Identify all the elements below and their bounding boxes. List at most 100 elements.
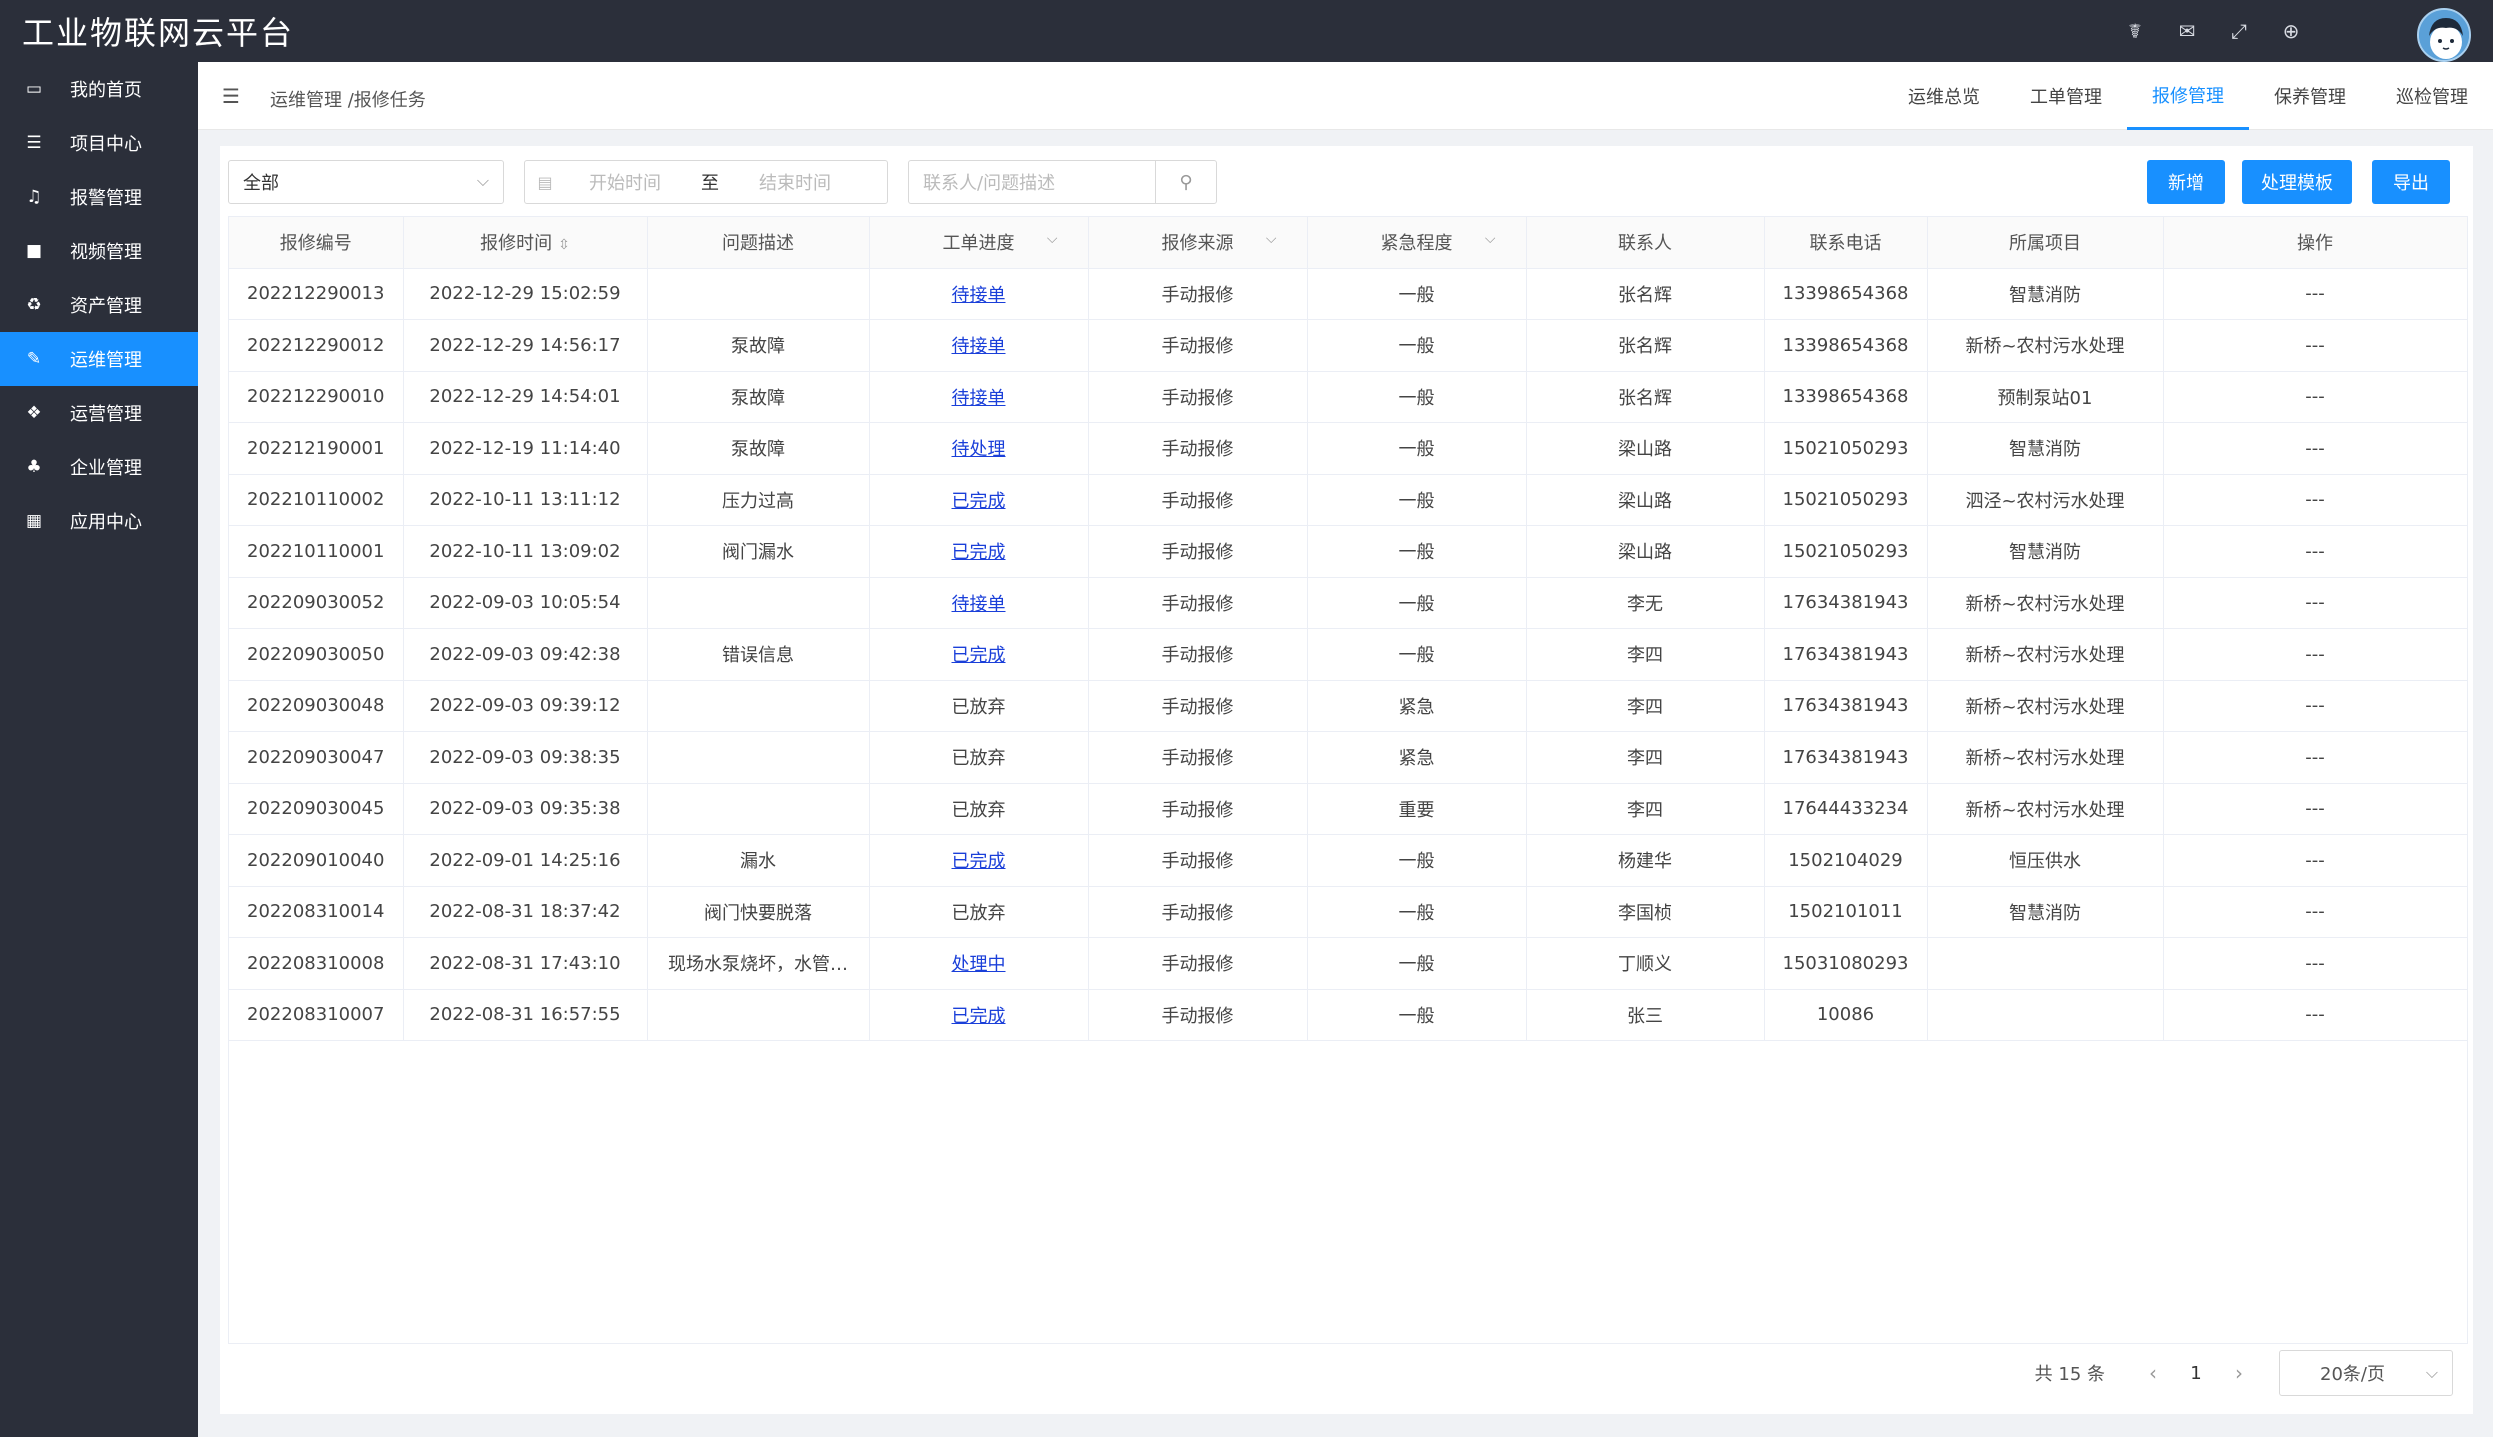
chevron-down-icon[interactable]: ⌵ — [1485, 231, 1496, 247]
cell-urgency: 一般 — [1307, 937, 1527, 990]
sidebar-item-apps[interactable]: ▦ 应用中心 — [0, 494, 198, 548]
cell-source: 手动报修 — [1088, 371, 1308, 423]
cell-op[interactable]: --- — [2163, 783, 2468, 835]
cell-project: 新桥~农村污水处理 — [1927, 319, 2164, 372]
progress-link[interactable]: 已完成 — [952, 1006, 1006, 1027]
menu-fold-icon[interactable]: ☰ — [222, 84, 240, 108]
sidebar-item-video[interactable]: ■ 视频管理 — [0, 224, 198, 278]
col-header-time[interactable]: 报修时间 ⇳ — [403, 217, 648, 269]
date-range-picker[interactable]: ▤ 开始时间 至 结束时间 — [524, 160, 888, 204]
progress-link[interactable]: 处理中 — [952, 954, 1006, 975]
progress-link[interactable]: 已完成 — [952, 542, 1006, 563]
cell-phone: 13398654368 — [1764, 268, 1928, 320]
col-header-source[interactable]: 报修来源 ⌵ — [1088, 217, 1308, 269]
cell-op[interactable]: --- — [2163, 937, 2468, 990]
search-input[interactable]: 联系人/问题描述 — [908, 160, 1156, 204]
avatar[interactable] — [2417, 8, 2471, 62]
export-button[interactable]: 导出 — [2372, 160, 2450, 204]
cell-project: 智慧消防 — [1927, 268, 2164, 320]
cell-op[interactable]: --- — [2163, 422, 2468, 475]
cell-project: 新桥~农村污水处理 — [1927, 731, 2164, 784]
start-date-input[interactable]: 开始时间 — [565, 169, 685, 195]
cell-op[interactable]: --- — [2163, 474, 2468, 526]
cell-op[interactable]: --- — [2163, 731, 2468, 784]
cell-op[interactable]: --- — [2163, 525, 2468, 578]
cell-progress: 已放弃 — [869, 783, 1089, 835]
bug-icon[interactable]: ☤ — [2123, 19, 2147, 43]
cell-progress: 已放弃 — [869, 731, 1089, 784]
sort-icon[interactable]: ⇳ — [558, 237, 570, 253]
cell-op[interactable]: --- — [2163, 834, 2468, 887]
tab-repair[interactable]: 报修管理 — [2127, 62, 2249, 130]
col-header-urgency[interactable]: 紧急程度 ⌵ — [1307, 217, 1527, 269]
cell-source: 手动报修 — [1088, 319, 1308, 372]
search-button[interactable]: ⚲ — [1155, 160, 1217, 204]
cell-phone: 15031080293 — [1764, 937, 1928, 990]
fullscreen-icon[interactable]: ⤢ — [2227, 19, 2251, 43]
tab-inspection[interactable]: 巡检管理 — [2371, 62, 2493, 130]
cell-project: 新桥~农村污水处理 — [1927, 680, 2164, 732]
sidebar-item-assets[interactable]: ♻ 资产管理 — [0, 278, 198, 332]
cell-op[interactable]: --- — [2163, 886, 2468, 938]
progress-link[interactable]: 待接单 — [952, 388, 1006, 409]
cell-op[interactable]: --- — [2163, 319, 2468, 372]
chevron-down-icon[interactable]: ⌵ — [1047, 231, 1058, 247]
cell-time: 2022-08-31 17:43:10 — [403, 937, 648, 990]
tab-overview[interactable]: 运维总览 — [1883, 62, 2005, 130]
cell-project: 智慧消防 — [1927, 422, 2164, 475]
progress-link[interactable]: 待接单 — [952, 336, 1006, 357]
table-row: 202208310007 2022-08-31 16:57:55 已完成 手动报修 一般… — [229, 989, 2468, 1041]
table-row: 202212290012 2022-12-29 14:56:17 泵故障 待接单 手动报… — [229, 319, 2468, 372]
cell-desc: 现场水泵烧坏，水管… — [647, 937, 870, 990]
cell-urgency: 一般 — [1307, 474, 1527, 526]
sidebar-item-label: 我的首页 — [70, 80, 142, 101]
cell-id: 202208310007 — [229, 989, 404, 1041]
cell-project: 智慧消防 — [1927, 525, 2164, 578]
cell-op[interactable]: --- — [2163, 577, 2468, 629]
sidebar-item-enterprise[interactable]: ♣ 企业管理 — [0, 440, 198, 494]
cell-op[interactable]: --- — [2163, 680, 2468, 732]
cell-urgency: 紧急 — [1307, 731, 1527, 784]
cell-op[interactable]: --- — [2163, 268, 2468, 320]
template-button[interactable]: 处理模板 — [2242, 160, 2352, 204]
col-header-progress[interactable]: 工单进度 ⌵ — [869, 217, 1089, 269]
tab-upkeep[interactable]: 保养管理 — [2249, 62, 2371, 130]
cell-time: 2022-08-31 16:57:55 — [403, 989, 648, 1041]
sidebar-item-maintenance[interactable]: ✎ 运维管理 — [0, 332, 198, 386]
cell-phone: 10086 — [1764, 989, 1928, 1041]
range-separator: 至 — [701, 173, 719, 194]
page-number[interactable]: 1 — [2171, 1363, 2221, 1384]
progress-link[interactable]: 已完成 — [952, 645, 1006, 666]
prev-page-icon[interactable]: ‹ — [2135, 1361, 2171, 1385]
sidebar-item-alarms[interactable]: ♫ 报警管理 — [0, 170, 198, 224]
header-icons: ☤ ✉ ⤢ ⊕ — [2123, 0, 2303, 62]
cell-op[interactable]: --- — [2163, 628, 2468, 681]
next-page-icon[interactable]: › — [2221, 1361, 2257, 1385]
cell-phone: 13398654368 — [1764, 319, 1928, 372]
progress-link[interactable]: 待接单 — [952, 594, 1006, 615]
cell-desc — [647, 577, 870, 629]
sidebar-item-label: 运营管理 — [70, 404, 142, 425]
sidebar-item-home[interactable]: ▭ 我的首页 — [0, 62, 198, 116]
cell-time: 2022-10-11 13:11:12 — [403, 474, 648, 526]
cell-op[interactable]: --- — [2163, 371, 2468, 423]
table-row: 202210110001 2022-10-11 13:09:02 阀门漏水 已完成 手动… — [229, 525, 2468, 578]
add-button[interactable]: 新增 — [2147, 160, 2225, 204]
cell-op[interactable]: --- — [2163, 989, 2468, 1041]
tab-work-orders[interactable]: 工单管理 — [2005, 62, 2127, 130]
search-icon: ⚲ — [1179, 171, 1193, 193]
progress-link[interactable]: 已完成 — [952, 851, 1006, 872]
mail-icon[interactable]: ✉ — [2175, 19, 2199, 43]
sitemap-icon: ♣ — [26, 457, 42, 477]
progress-link[interactable]: 待处理 — [952, 439, 1006, 460]
chevron-down-icon[interactable]: ⌵ — [1266, 231, 1277, 247]
status-select[interactable]: 全部 ⌵ — [228, 160, 504, 204]
end-date-input[interactable]: 结束时间 — [735, 169, 855, 195]
sidebar-item-projects[interactable]: ☰ 项目中心 — [0, 116, 198, 170]
page-size-select[interactable]: 20条/页 ⌵ — [2279, 1350, 2453, 1396]
progress-link[interactable]: 待接单 — [952, 285, 1006, 306]
sidebar-item-operations[interactable]: ❖ 运营管理 — [0, 386, 198, 440]
cell-progress: 已完成 — [869, 989, 1089, 1041]
globe-icon[interactable]: ⊕ — [2279, 19, 2303, 43]
progress-link[interactable]: 已完成 — [952, 491, 1006, 512]
